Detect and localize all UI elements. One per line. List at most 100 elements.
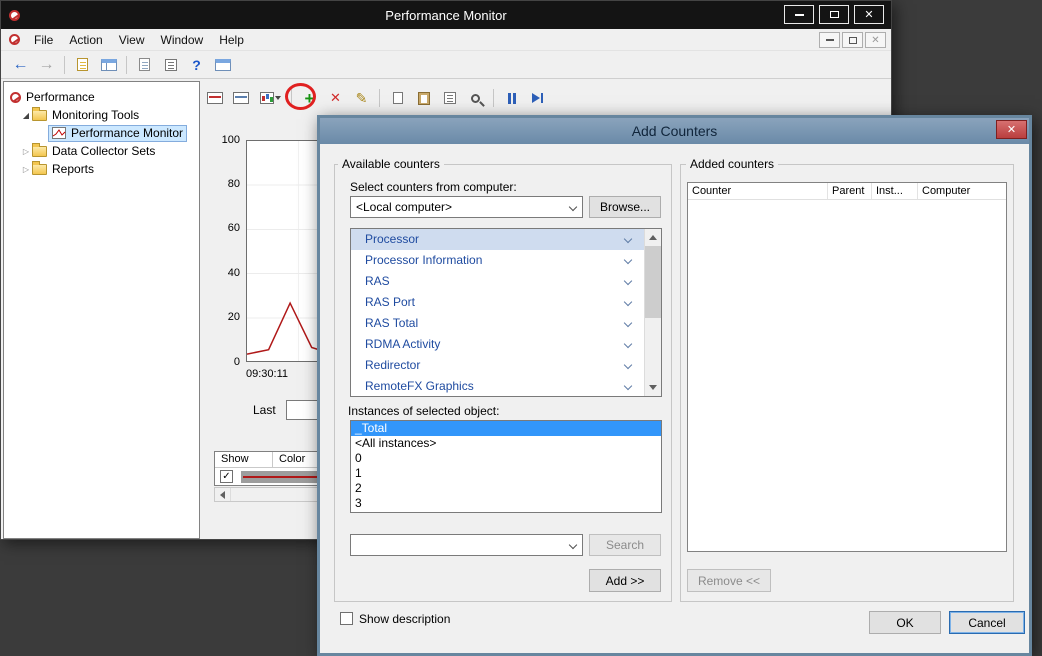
tree-item-performance-monitor[interactable]: Performance Monitor [4, 124, 199, 142]
folder-icon [32, 110, 47, 121]
chevron-down-icon[interactable] [624, 361, 632, 369]
export-list-button[interactable] [133, 53, 156, 76]
menu-view[interactable]: View [111, 29, 153, 50]
column-computer[interactable]: Computer [918, 183, 1006, 199]
chevron-down-icon[interactable] [624, 319, 632, 327]
menu-help[interactable]: Help [211, 29, 252, 50]
remove-button[interactable]: Remove << [687, 569, 771, 592]
counters-scrollbar[interactable] [644, 229, 661, 396]
console-tree-icon [77, 58, 88, 71]
add-button[interactable]: Add >> [589, 569, 661, 592]
instances-list[interactable]: _Total <All instances> 0 1 2 3 [350, 420, 662, 513]
chevron-down-icon[interactable] [624, 340, 632, 348]
instance-search-combobox[interactable] [350, 534, 583, 556]
freeze-display-button[interactable] [500, 87, 523, 110]
dialog-close-button[interactable]: ✕ [996, 120, 1027, 139]
properties-button[interactable] [159, 53, 182, 76]
instance-item-total[interactable]: _Total [351, 421, 661, 436]
chevron-down-icon[interactable] [624, 235, 632, 243]
scroll-left-button[interactable] [215, 488, 231, 501]
instance-item-3[interactable]: 3 [351, 496, 661, 511]
properties-icon [444, 92, 456, 104]
chevron-down-icon[interactable] [624, 277, 632, 285]
counter-item-processor-information[interactable]: Processor Information [351, 250, 661, 271]
console-tree-toggle-button[interactable] [71, 53, 94, 76]
added-counters-table[interactable]: Counter Parent Inst... Computer [687, 182, 1007, 552]
expander-collapsed-icon[interactable]: ▷ [20, 165, 32, 174]
mdi-restore-button[interactable] [842, 32, 863, 48]
counter-item-remotefx-graphics[interactable]: RemoteFX Graphics [351, 376, 661, 397]
help-button[interactable]: ? [185, 53, 208, 76]
change-graph-type-button[interactable] [255, 87, 285, 110]
counter-item-ras-total[interactable]: RAS Total [351, 313, 661, 334]
maximize-icon [830, 11, 839, 18]
toolbar-separator [64, 56, 65, 74]
instance-item-2[interactable]: 2 [351, 481, 661, 496]
available-counters-label: Available counters [338, 157, 444, 171]
computer-combobox[interactable]: <Local computer> [350, 196, 583, 218]
minimize-button[interactable] [784, 5, 814, 24]
counters-list[interactable]: Processor Processor Information RAS RAS … [350, 228, 662, 397]
menu-window[interactable]: Window [153, 29, 212, 50]
counter-item-ras-port[interactable]: RAS Port [351, 292, 661, 313]
column-instance[interactable]: Inst... [872, 183, 918, 199]
instance-label: _Total [355, 421, 387, 435]
column-counter[interactable]: Counter [688, 183, 828, 199]
titlebar[interactable]: Performance Monitor ✕ [1, 1, 891, 29]
tree-item-performance[interactable]: Performance [4, 88, 199, 106]
maximize-button[interactable] [819, 5, 849, 24]
update-data-button[interactable] [526, 87, 549, 110]
instance-item-0[interactable]: 0 [351, 451, 661, 466]
tree-item-monitoring-tools[interactable]: ◢ Monitoring Tools [4, 106, 199, 124]
counter-item-processor[interactable]: Processor [351, 229, 661, 250]
delete-counter-button[interactable]: ✕ [324, 87, 347, 110]
paste-counter-list-button[interactable] [412, 87, 435, 110]
expander-expanded-icon[interactable]: ◢ [20, 111, 32, 120]
show-panes-button[interactable] [97, 53, 120, 76]
scrollbar-thumb[interactable] [645, 246, 661, 318]
new-window-button[interactable] [211, 53, 234, 76]
menu-file[interactable]: File [26, 29, 61, 50]
view-log-data-button[interactable] [229, 87, 252, 110]
expander-collapsed-icon[interactable]: ▷ [20, 147, 32, 156]
tree-label: Data Collector Sets [52, 144, 155, 158]
counter-show-checkbox[interactable]: ✓ [220, 470, 233, 483]
forward-button[interactable]: → [35, 53, 58, 76]
instance-item-1[interactable]: 1 [351, 466, 661, 481]
counter-item-rdma-activity[interactable]: RDMA Activity [351, 334, 661, 355]
instance-item-all-instances[interactable]: <All instances> [351, 436, 661, 451]
show-description-checkbox[interactable] [340, 612, 353, 625]
chevron-down-icon[interactable] [624, 256, 632, 264]
browse-button[interactable]: Browse... [589, 196, 661, 218]
ok-button[interactable]: OK [869, 611, 941, 634]
tree-item-data-collector-sets[interactable]: ▷ Data Collector Sets [4, 142, 199, 160]
step-forward-icon [532, 93, 543, 103]
counter-item-ras[interactable]: RAS [351, 271, 661, 292]
scroll-down-button[interactable] [645, 379, 661, 396]
instance-label: 2 [355, 481, 362, 495]
mdi-minimize-button[interactable] [819, 32, 840, 48]
dialog-titlebar[interactable]: Add Counters ✕ [320, 118, 1029, 144]
search-button[interactable]: Search [589, 534, 661, 556]
chevron-down-icon[interactable] [624, 382, 632, 390]
scroll-up-button[interactable] [645, 229, 661, 246]
menu-action[interactable]: Action [61, 29, 110, 50]
highlight-button[interactable]: ✎ [350, 87, 373, 110]
mdi-close-button[interactable]: ✕ [865, 32, 886, 48]
close-icon: ✕ [1007, 123, 1016, 136]
chevron-down-icon[interactable] [624, 298, 632, 306]
column-parent[interactable]: Parent [828, 183, 872, 199]
close-button[interactable]: ✕ [854, 5, 884, 24]
zoom-button[interactable] [464, 87, 487, 110]
view-current-activity-button[interactable] [203, 87, 226, 110]
tree-label: Performance [26, 90, 95, 104]
tree-item-reports[interactable]: ▷ Reports [4, 160, 199, 178]
folder-icon [32, 164, 47, 175]
selected-tree-item: Performance Monitor [48, 125, 187, 142]
back-button[interactable]: ← [9, 53, 32, 76]
properties-button[interactable] [438, 87, 461, 110]
copy-properties-button[interactable] [386, 87, 409, 110]
add-counter-button[interactable]: + [298, 87, 321, 110]
cancel-button[interactable]: Cancel [949, 611, 1025, 634]
counter-item-redirector[interactable]: Redirector [351, 355, 661, 376]
